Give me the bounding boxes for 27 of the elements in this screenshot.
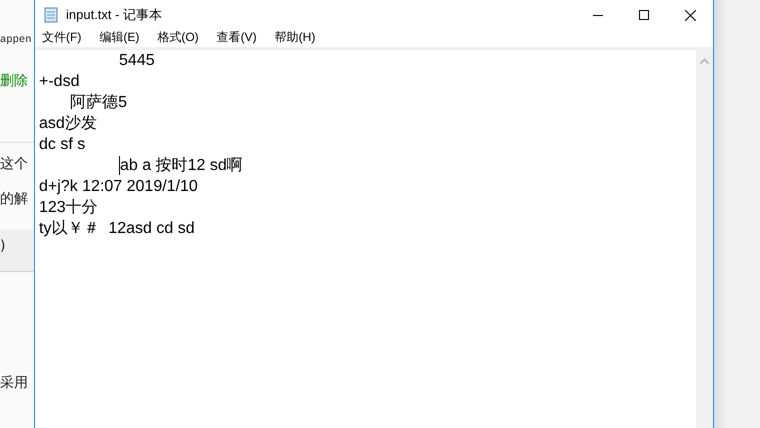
menu-item[interactable]: 格式(O) [157,28,199,46]
background-text: ) [0,238,6,254]
text-line: asd沙发 [39,114,97,134]
menu-item[interactable]: 查看(V) [216,28,257,46]
vertical-scrollbar[interactable] [696,50,713,428]
close-icon [684,10,696,20]
menu-item[interactable]: 编辑(E) [99,28,140,46]
background-text: appen [0,34,32,46]
menu-item[interactable]: 帮助(H) [274,28,316,46]
notepad-icon [44,7,58,23]
maximize-icon [639,10,649,20]
scroll-up-icon[interactable] [700,58,709,64]
text-line: 123十分 [39,198,98,218]
background-text: 删除 [0,72,28,90]
menu-item[interactable]: 文件(F) [42,28,82,46]
background-text: 这个 [0,155,28,173]
text-line: d+j?k 12:07 2019/1/10 [39,177,198,197]
text-line: 5445 [118,51,155,71]
text-line: +-dsd [39,72,80,92]
text-line: ty以￥＃ 12asd cd sd [39,218,195,239]
text-line: 阿萨德5 [69,92,128,113]
text-line: ab a 按时12 sd啊 [120,156,243,176]
text-line: dc sf s [39,135,86,155]
window-title: input.txt - 记事本 [66,6,162,24]
text-area[interactable]: 5445 +-dsd 阿萨德5 asd沙发 dc sf s ab a 按时12 sd啊 d+j?k 12:07 2019/1/10 123十分 ty以￥＃ 12asd cd sd [35,50,696,428]
background-text: 采用 [0,374,28,392]
background-text: 的解 [0,190,28,208]
